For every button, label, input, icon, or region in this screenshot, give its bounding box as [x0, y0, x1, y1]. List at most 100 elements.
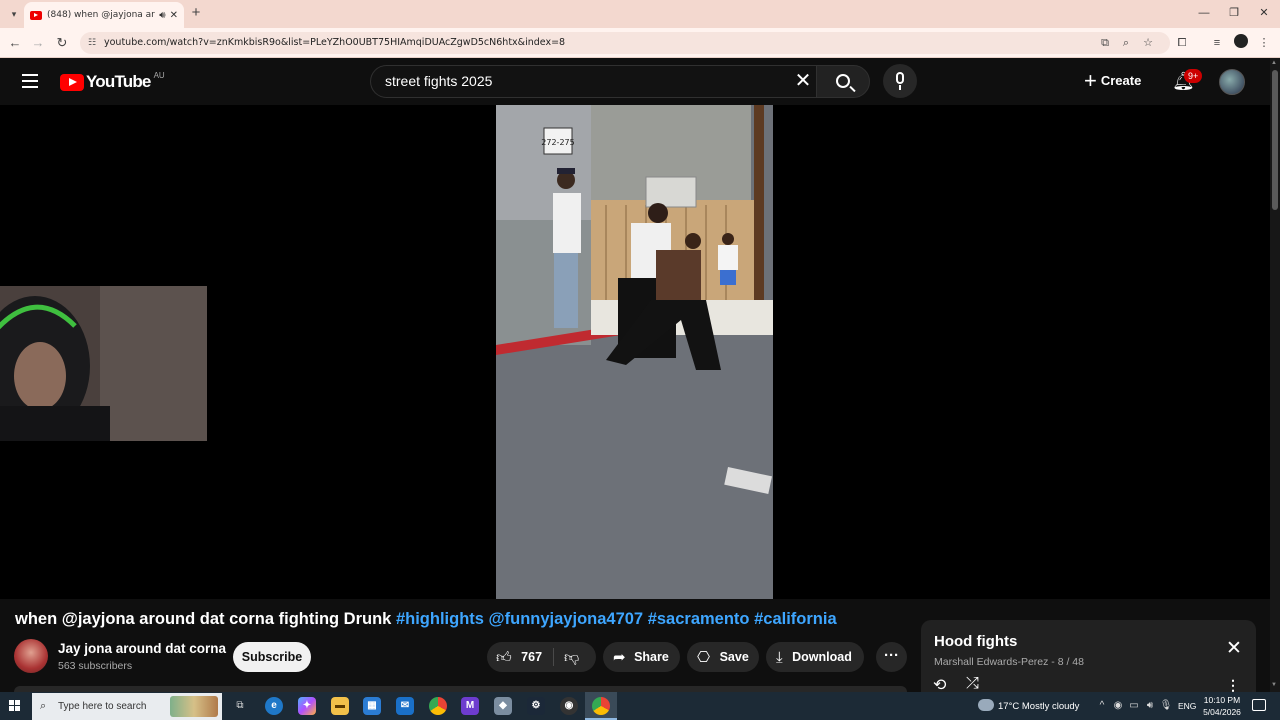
file-explorer-icon[interactable]: ▬ [331, 697, 349, 715]
hashtag-link[interactable]: #sacramento [648, 610, 750, 628]
browser-menu-icon[interactable]: ⋮ [1256, 35, 1272, 51]
video-frame[interactable]: 272-275 [496, 105, 773, 599]
scroll-up-icon[interactable]: ▲ [1271, 60, 1277, 66]
hashtag-link[interactable]: #california [754, 610, 837, 628]
more-icon[interactable]: ··· [876, 642, 907, 672]
playlist-title[interactable]: Hood fights [934, 633, 1017, 650]
download-button[interactable]: ⤓ Download [766, 642, 864, 672]
steam-icon[interactable]: ⚙ [527, 697, 545, 715]
dislike-icon: 👎︎ [564, 649, 580, 666]
clock-time[interactable]: 10:10 PM [1200, 695, 1244, 705]
video-title: when @jayjona around dat corna fighting … [15, 610, 915, 632]
url-field[interactable]: ☷ youtube.com/watch?v=znKmkbisR9o&list=P… [80, 32, 1170, 54]
chrome-icon[interactable] [429, 697, 447, 715]
channel-name[interactable]: Jay jona around dat corna [58, 641, 226, 656]
subscribe-button[interactable]: Subscribe [233, 642, 311, 672]
search-icon [836, 74, 850, 88]
mail-icon[interactable]: ✉ [396, 697, 414, 715]
network-icon[interactable]: ▭ [1127, 700, 1141, 711]
webcam-scene [0, 286, 207, 441]
like-count: 767 [521, 650, 543, 664]
window-close-icon[interactable]: ✕ [1252, 4, 1276, 22]
search-input[interactable]: street fights 2025 [370, 65, 816, 98]
tab-close-icon[interactable]: ✕ [170, 10, 178, 21]
install-app-icon[interactable]: ⧉ [1097, 35, 1113, 51]
obs-icon[interactable]: ◉ [560, 697, 578, 715]
logo-wordmark: YouTube [86, 72, 151, 91]
channel-avatar[interactable] [14, 639, 48, 673]
weather-icon[interactable] [978, 699, 994, 711]
mic-icon [896, 72, 904, 84]
search-button[interactable] [816, 65, 870, 98]
clear-icon[interactable]: ✕ [792, 70, 814, 92]
share-button[interactable]: ➦ Share [603, 642, 680, 672]
new-tab-button[interactable]: + [188, 4, 204, 22]
input-language[interactable]: ENG [1178, 701, 1196, 711]
video-scene: 272-275 [496, 105, 773, 599]
microsoft-store-icon[interactable]: ▦ [363, 697, 381, 715]
playlist-meta: Marshall Edwards-Perez - 8 / 48 [934, 656, 1084, 668]
download-label: Download [792, 650, 852, 664]
app-game-icon[interactable]: ◆ [494, 697, 512, 715]
copilot-icon[interactable]: ✦ [298, 697, 316, 715]
browser-tab-youtube[interactable]: (848) when @jayjona around 🔊︎ ✕ [24, 2, 184, 28]
like-button[interactable]: 👍︎ 767 [496, 642, 542, 673]
address-toolbar: ← → ↻ ☷ youtube.com/watch?v=znKmkbisR9o&… [0, 28, 1280, 58]
extensions-icon[interactable]: ⧠ [1174, 35, 1190, 51]
youtube-logo[interactable]: YouTube AU [60, 70, 165, 92]
playlist-menu-icon[interactable]: ⋮ [1226, 677, 1240, 693]
like-icon: 👍︎ [496, 649, 512, 666]
url-text: youtube.com/watch?v=znKmkbisR9o&list=PLe… [104, 37, 566, 48]
reading-list-icon[interactable]: ≡ [1209, 35, 1225, 51]
weather-text[interactable]: 17°C Mostly cloudy [998, 701, 1079, 712]
task-view-icon[interactable]: ⧉ [231, 697, 249, 715]
volume-icon[interactable]: 🔊︎ [1143, 700, 1157, 711]
clock-date[interactable]: 5/04/2026 [1200, 707, 1244, 717]
country-code: AU [153, 70, 165, 80]
like-divider [553, 648, 554, 666]
tab-audio-icon[interactable]: 🔊︎ [159, 10, 165, 21]
mention-link[interactable]: @funnyjayjona4707 [489, 610, 644, 628]
notification-badge: 9+ [1184, 69, 1203, 83]
edge-icon[interactable]: e [265, 697, 283, 715]
create-button[interactable]: + Create [1084, 64, 1152, 98]
chrome-icon[interactable] [592, 697, 610, 715]
subscriber-count: 563 subscribers [58, 660, 133, 672]
browser-profile-avatar[interactable] [1234, 34, 1248, 48]
close-icon[interactable]: ✕ [1224, 639, 1244, 659]
windows-start-icon[interactable] [9, 700, 21, 712]
voice-search-button[interactable] [883, 64, 917, 98]
tab-title: (848) when @jayjona around [47, 10, 155, 20]
like-dislike-group: 👍︎ 767 👎︎ [487, 642, 596, 672]
back-icon[interactable]: ← [6, 34, 24, 52]
menu-icon[interactable] [22, 74, 38, 88]
minimize-icon[interactable]: — [1192, 4, 1216, 22]
dislike-button[interactable]: 👎︎ [564, 642, 579, 673]
restore-icon[interactable]: ❐ [1222, 4, 1246, 22]
scrollbar-thumb[interactable] [1272, 70, 1278, 210]
title-text: when @jayjona around dat corna fighting … [15, 610, 396, 628]
taskbar-search-placeholder: Type here to search [58, 701, 147, 712]
plus-icon: + [1084, 68, 1097, 93]
hashtag-link[interactable]: #highlights [396, 610, 484, 628]
save-icon: ⎔ [697, 649, 711, 666]
bookmark-star-icon[interactable]: ☆ [1140, 35, 1156, 51]
reload-icon[interactable]: ↻ [53, 34, 71, 52]
tray-chevron-icon[interactable]: ^ [1095, 700, 1109, 711]
save-button[interactable]: ⎔ Save [687, 642, 759, 672]
webcam-overlay [0, 286, 207, 441]
taskbar-search-box[interactable]: ⌕ Type here to search [32, 693, 222, 720]
forward-icon[interactable]: → [29, 34, 47, 52]
share-label: Share [634, 650, 669, 664]
share-icon: ➦ [613, 649, 626, 666]
youtube-logo-icon [60, 73, 84, 91]
tab-search-icon[interactable]: ▾ [6, 6, 22, 22]
tray-app-icon[interactable]: ◉ [1111, 700, 1125, 711]
notification-center-icon[interactable] [1252, 699, 1266, 711]
scroll-down-icon[interactable]: ▼ [1271, 682, 1277, 688]
account-avatar[interactable] [1219, 69, 1245, 95]
zoom-icon[interactable]: ⌕ [1118, 35, 1134, 51]
microphone-tray-icon[interactable]: 🎙︎ [1159, 700, 1173, 711]
site-info-icon[interactable]: ☷ [88, 32, 96, 54]
app-icon[interactable]: M [461, 697, 479, 715]
